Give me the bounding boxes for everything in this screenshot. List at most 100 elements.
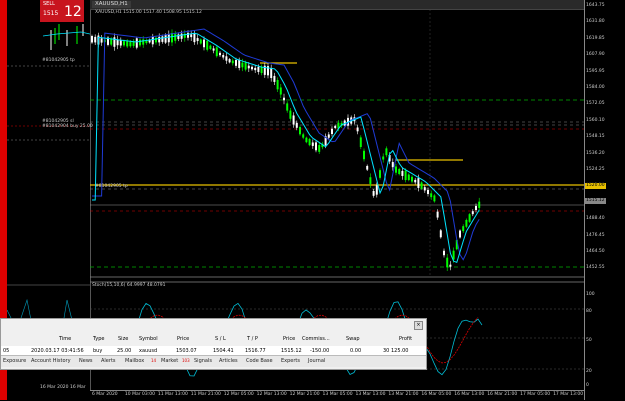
- col-type[interactable]: Type: [93, 336, 104, 342]
- candle-body: [235, 60, 237, 66]
- time-axis-label: 11 Mar 21:00: [190, 392, 221, 397]
- candle-body: [94, 36, 97, 43]
- candle-body: [369, 177, 372, 184]
- trade-ticket: 05: [3, 348, 10, 354]
- tab-account-history[interactable]: Account History: [31, 358, 71, 364]
- col-sl[interactable]: S / L: [215, 336, 226, 342]
- col-time[interactable]: Time: [59, 336, 71, 342]
- trade-tp[interactable]: 1516.77: [245, 348, 266, 354]
- candle-body: [356, 127, 359, 132]
- market-badge: 103: [182, 358, 190, 363]
- stoch-scale-label: 80: [586, 309, 592, 314]
- col-size[interactable]: Size: [118, 336, 128, 342]
- tab-code-base[interactable]: Code Base: [246, 358, 273, 364]
- candle-body: [289, 110, 292, 119]
- stoch-scale-label: 0: [586, 383, 589, 388]
- candle-body: [116, 39, 119, 46]
- tab-alerts[interactable]: Alerts: [101, 358, 116, 364]
- candle-body: [158, 36, 161, 43]
- trade-size: 25.00: [117, 348, 132, 354]
- candle-body: [215, 47, 218, 57]
- col-price-current[interactable]: Price: [283, 336, 295, 342]
- candle-body: [286, 103, 289, 111]
- time-axis-label: 12 Mar 05:00: [223, 392, 254, 397]
- candle-body: [209, 45, 212, 49]
- candle-body: [142, 39, 145, 45]
- candle-body: [279, 87, 282, 95]
- candle-body: [439, 230, 442, 238]
- price-scale-label: 1572.05: [586, 101, 605, 107]
- candle-body: [433, 195, 436, 202]
- candle-body: [471, 211, 474, 215]
- candle-body: [206, 40, 209, 50]
- candlestick-series: [91, 29, 481, 271]
- col-profit[interactable]: Profit: [399, 336, 412, 342]
- candle-body: [436, 211, 439, 218]
- terminal-panel[interactable]: Time Type Size Symbol Price S / L T / P …: [0, 318, 427, 370]
- price-scale-label: 1488.40: [586, 216, 605, 222]
- candle-body: [190, 34, 193, 38]
- trade-current-price: 1515.12: [281, 348, 302, 354]
- col-tp[interactable]: T / P: [247, 336, 258, 342]
- candle-body: [414, 179, 417, 183]
- col-symbol[interactable]: Symbol: [139, 336, 158, 342]
- candle-body: [180, 33, 183, 39]
- trade-sl[interactable]: 1504.41: [213, 348, 234, 354]
- trade-table-header: Time Type Size Symbol Price S / L T / P …: [1, 334, 426, 345]
- candle-body: [244, 62, 247, 70]
- tab-articles[interactable]: Articles: [219, 358, 238, 364]
- price-scale[interactable]: 1643.75 1631.80 1619.85 1607.90 1595.95 1584.…: [584, 0, 625, 400]
- time-axis-label: 13 Mar 21:00: [388, 392, 419, 397]
- candle-body: [468, 214, 471, 222]
- price-scale-label: 1619.85: [586, 35, 605, 41]
- candle-body: [228, 59, 231, 63]
- tab-signals[interactable]: Signals: [194, 358, 212, 364]
- col-commission[interactable]: Commiss...: [302, 336, 330, 342]
- tab-news[interactable]: News: [79, 358, 93, 364]
- order-label-mid: #81042905 tp: [95, 184, 128, 189]
- price-scale-label: 1631.80: [586, 19, 605, 25]
- col-price[interactable]: Price: [177, 336, 189, 342]
- tab-experts[interactable]: Experts: [281, 358, 300, 364]
- price-scale-label: 1595.95: [586, 68, 605, 74]
- candle-body: [199, 39, 202, 44]
- candle-body: [459, 230, 461, 238]
- time-axis-label: 13 Mar 05:00: [322, 392, 353, 397]
- candle-body: [465, 219, 468, 227]
- price-scale-label: 1452.55: [586, 265, 605, 271]
- candle-body: [407, 174, 410, 181]
- candle-body: [404, 170, 407, 181]
- ohlc-readout: XAUUSD,H1 1515.00 1517.40 1508.95 1515.1…: [95, 10, 202, 15]
- candle-body: [283, 97, 285, 101]
- price-scale-label: 1464.50: [586, 249, 605, 254]
- left-date-label: 16 Mar 2020: [40, 385, 69, 390]
- candle-body: [254, 67, 257, 71]
- candle-body: [151, 36, 154, 45]
- tab-journal[interactable]: Journal: [308, 358, 325, 364]
- candle-body: [203, 39, 205, 48]
- time-axis-label: 16 Mar 21:00: [487, 392, 518, 397]
- candle-body: [446, 257, 449, 268]
- candle-body: [308, 139, 311, 146]
- candle-body: [443, 250, 445, 256]
- candle-body: [363, 150, 365, 160]
- candle-body: [241, 62, 244, 68]
- candle-body: [251, 66, 253, 70]
- tab-market[interactable]: Market: [161, 358, 178, 364]
- time-axis-label: 17 Mar 05:00: [520, 392, 551, 397]
- candle-body: [219, 52, 221, 56]
- tab-mailbox[interactable]: Mailbox: [125, 358, 144, 364]
- candle-body: [359, 137, 362, 147]
- candle-body: [423, 187, 426, 191]
- chart-tab[interactable]: XAUUSD,H1: [92, 1, 131, 8]
- col-swap[interactable]: Swap: [346, 336, 360, 342]
- candle-body: [276, 80, 279, 90]
- candle-body: [238, 59, 241, 68]
- candle-body: [231, 60, 234, 64]
- terminal-tabs: Exposure Account History News Alerts Mai…: [1, 355, 426, 367]
- close-icon[interactable]: ×: [414, 321, 423, 330]
- candle-body: [174, 33, 177, 41]
- tab-exposure[interactable]: Exposure: [3, 358, 26, 364]
- candle-body: [382, 156, 385, 160]
- candle-body: [417, 178, 420, 188]
